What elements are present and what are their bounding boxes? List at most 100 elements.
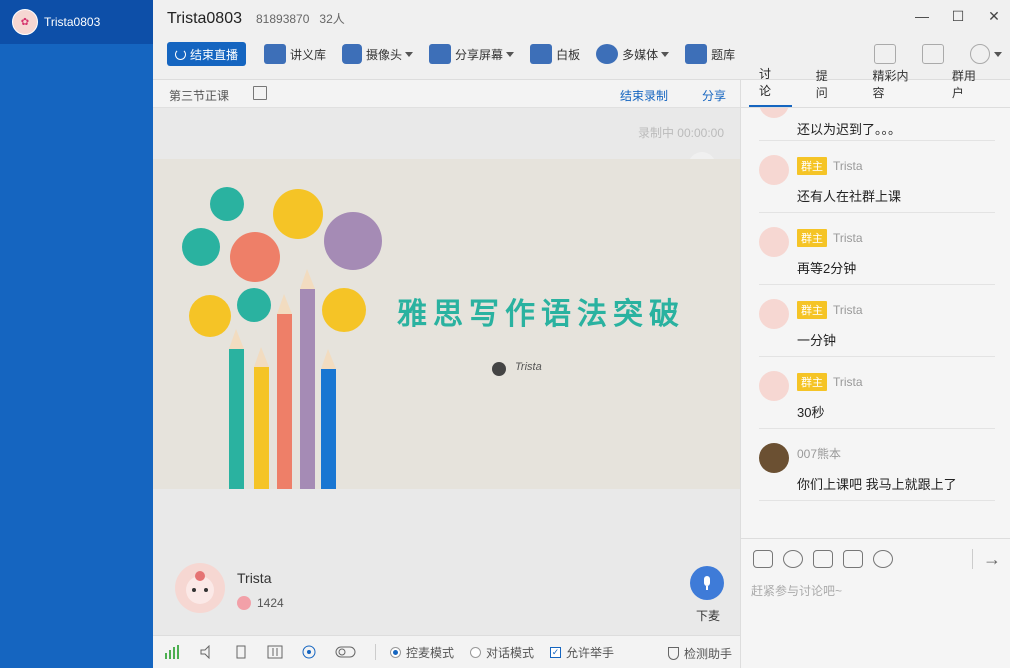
sender-name: 007熊本 — [797, 447, 842, 461]
author-icon — [492, 362, 506, 376]
allow-hand-label: 允许举手 — [566, 645, 615, 660]
whiteboard-label: 白板 — [556, 47, 581, 62]
edit-icon[interactable] — [253, 86, 267, 100]
signal-icon — [165, 645, 179, 659]
avatar — [759, 299, 789, 329]
video-stage: 录制中 00:00:00 雅思写作语法突破 Trista Trista 1424… — [153, 108, 740, 635]
folder-icon[interactable] — [922, 44, 944, 64]
record-status: 录制中 00:00:00 — [637, 126, 724, 140]
graph-bubble — [182, 228, 220, 266]
owner-badge: 群主 — [797, 157, 827, 175]
chat-message: 群主 Trista 一分钟 — [759, 299, 995, 357]
chevron-down-icon — [405, 51, 414, 57]
camera-button[interactable]: 摄像头 — [342, 44, 414, 64]
tab-highlights[interactable]: 精彩内容 — [862, 67, 927, 107]
owner-badge: 群主 — [797, 229, 827, 247]
chevron-down-icon — [506, 51, 515, 57]
camera-toggle-icon[interactable] — [301, 645, 317, 659]
tab-questions[interactable]: 提问 — [806, 67, 849, 107]
status-bar: 控麦模式 对话模式 ✓ 允许举手 检测助手 — [153, 635, 740, 668]
message-text: 还有人在社群上课 — [797, 189, 902, 204]
whiteboard-button[interactable]: 白板 — [530, 44, 580, 64]
control-mic-mode-radio[interactable]: 控麦模式 — [390, 644, 454, 661]
toggle-icon[interactable] — [335, 645, 357, 659]
shield-icon — [667, 647, 679, 660]
sender-name: Trista — [833, 159, 863, 173]
share-link[interactable]: 分享 — [702, 87, 726, 104]
avatar — [759, 371, 789, 401]
chat-input[interactable]: 赶紧参与讨论吧~ — [751, 582, 842, 599]
mic-button[interactable] — [690, 566, 724, 600]
gift-icon[interactable] — [753, 549, 773, 568]
power-icon — [175, 48, 186, 60]
flower-icon — [237, 596, 251, 610]
dialog-mode-radio[interactable]: 对话模式 — [470, 644, 534, 661]
end-record-link[interactable]: 结束录制 — [620, 87, 668, 104]
scissors-icon[interactable] — [813, 549, 833, 568]
clock-icon[interactable] — [873, 549, 893, 568]
sidebar-user[interactable]: ✿ Trista0803 — [0, 0, 153, 44]
avatar — [759, 155, 789, 185]
message-text: 30秒 — [797, 405, 825, 420]
presenter-name: Trista — [237, 570, 272, 586]
presenter-avatar — [175, 563, 225, 613]
checkbox-icon: ✓ — [550, 646, 562, 658]
briefcase-icon[interactable] — [874, 44, 896, 64]
gear-icon[interactable] — [970, 44, 990, 64]
courseware-button[interactable]: 讲义库 — [264, 44, 326, 64]
image-icon[interactable] — [843, 549, 863, 568]
bars-icon[interactable] — [267, 645, 283, 659]
dialog-mode-label: 对话模式 — [486, 645, 535, 660]
right-panel: 讨论 提问 精彩内容 群用户 还以为迟到了。。。 群主 Trista 还有人在社群… — [740, 67, 1010, 668]
lesson-title: 第三节正课 — [169, 89, 230, 103]
slide-author: Trista — [515, 361, 542, 373]
message-text: 还以为迟到了。。。 — [797, 122, 902, 137]
question-bank-label: 题库 — [711, 47, 736, 62]
share-screen-button[interactable]: 分享屏幕 — [429, 44, 515, 64]
end-live-button[interactable]: 结束直播 — [167, 42, 247, 66]
send-arrow-icon[interactable]: → — [983, 549, 1001, 570]
slide-title: 雅思写作语法突破 — [397, 297, 685, 332]
abc-bubble — [189, 295, 231, 337]
avatar: ✿ — [12, 9, 38, 35]
message-text: 再等2分钟 — [797, 261, 857, 276]
multimedia-label: 多媒体 — [622, 47, 659, 62]
avatar — [759, 227, 789, 257]
courseware-icon — [264, 44, 287, 64]
chevron-down-icon[interactable] — [994, 51, 1002, 57]
owner-badge: 群主 — [797, 373, 827, 391]
sidebar-user-name: Trista0803 — [44, 15, 101, 29]
camera-label: 摄像头 — [366, 47, 403, 62]
close-button[interactable]: ✕ — [984, 6, 1004, 26]
avatar — [759, 443, 789, 473]
multimedia-button[interactable]: 多媒体 — [596, 44, 670, 64]
tab-discussion[interactable]: 讨论 — [749, 65, 792, 107]
chat-message: 群主 Trista 30秒 — [759, 371, 995, 429]
ruler-bubble — [210, 187, 244, 221]
share-screen-icon — [429, 44, 452, 64]
tab-group-users[interactable]: 群用户 — [942, 67, 996, 107]
allow-hand-checkbox[interactable]: ✓ 允许举手 — [550, 644, 614, 661]
chat-list: 还以为迟到了。。。 群主 Trista 还有人在社群上课 群主 Trista 再等2… — [741, 108, 1010, 538]
whiteboard-icon — [530, 44, 553, 64]
device-icon[interactable] — [233, 645, 249, 659]
courseware-label: 讲义库 — [290, 47, 327, 62]
mic-icon — [704, 576, 710, 590]
room-id: 81893870 — [256, 12, 310, 26]
dna-bubble — [237, 288, 271, 322]
question-bank-button[interactable]: 题库 — [685, 44, 735, 64]
camera-icon — [342, 44, 363, 64]
radio-icon — [390, 646, 401, 658]
emoji-icon[interactable] — [783, 549, 803, 568]
mic-label: 下麦 — [695, 609, 720, 623]
minimize-button[interactable]: — — [912, 6, 932, 26]
share-screen-label: 分享屏幕 — [455, 47, 504, 62]
chat-message: 还以为迟到了。。。 — [759, 108, 995, 141]
speaker-icon[interactable] — [199, 645, 215, 659]
control-mic-mode-label: 控麦模式 — [406, 645, 455, 660]
detect-assistant-label: 检测助手 — [683, 647, 732, 661]
detect-assistant-button[interactable]: 检测助手 — [667, 645, 732, 662]
chevron-down-icon — [661, 51, 670, 57]
flower-count: 1424 — [257, 596, 284, 610]
maximize-button[interactable]: ☐ — [948, 6, 968, 26]
